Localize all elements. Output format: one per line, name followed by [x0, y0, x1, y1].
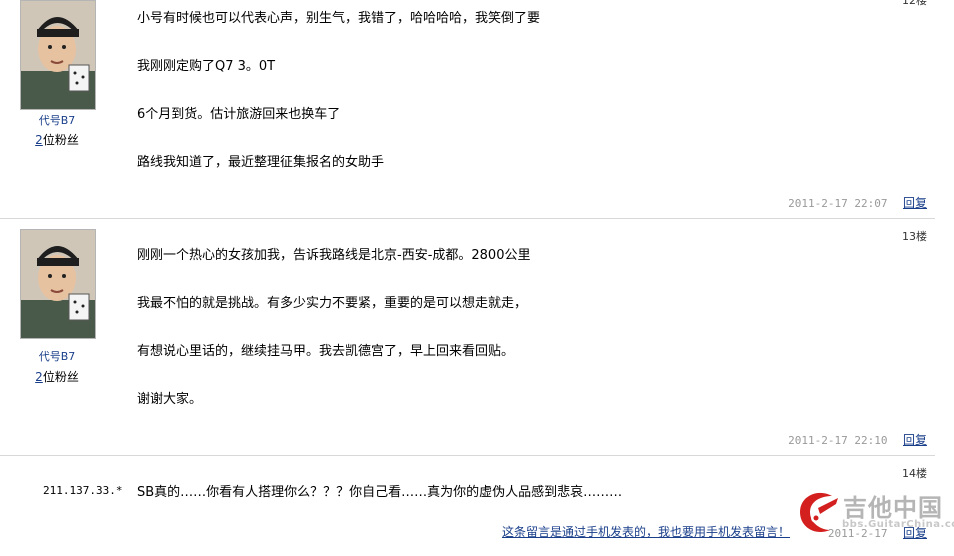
floor-number: 12楼: [902, 0, 927, 7]
post-line: SB真的……你看有人搭理你么？？？你自己看……真为你的虚伪人品感到悲哀………: [137, 485, 623, 500]
mobile-post-link[interactable]: 这条留言是通过手机发表的，我也要用手机发表留言！: [502, 523, 790, 540]
post-14: 14楼 211.137.33.* SB真的……你看有人搭理你么？？？你自己看………: [0, 456, 935, 556]
post-time: 2011-2-17 22:07: [788, 197, 888, 210]
fans-label: 位粉丝: [42, 370, 79, 384]
post-content: 小号有时候也可以代表心声，别生气，我错了，哈哈哈哈，我笑倒了要 我刚刚定购了Q7…: [137, 11, 540, 203]
post-13: 13楼 代号B7 2位粉丝 刚刚一个热心的女孩加我，告诉我路线是北京-西安-成都…: [0, 219, 935, 456]
avatar-image: [21, 1, 95, 109]
reply-link[interactable]: 回复: [903, 196, 927, 210]
post-line: 谢谢大家。: [137, 392, 203, 407]
fans-number[interactable]: 2: [35, 133, 43, 147]
fans-count[interactable]: 2位粉丝: [0, 368, 114, 385]
guitar-logo-icon: [800, 492, 838, 532]
watermark-subtitle: bbs.GuitarChina.com: [842, 519, 954, 530]
floor-number: 14楼: [902, 467, 927, 480]
post-line: 6个月到货。估计旅游回来也换车了: [137, 107, 341, 122]
post-meta: 2011-2-17 22:10 回复: [788, 431, 927, 448]
fans-number[interactable]: 2: [35, 370, 43, 384]
avatar[interactable]: [20, 0, 96, 110]
floor-number: 13楼: [902, 230, 927, 243]
user-name[interactable]: 代号B7: [0, 114, 114, 128]
post-meta: 2011-2-17 22:07 回复: [788, 194, 927, 211]
site-watermark: 吉他中国 bbs.GuitarChina.com: [796, 490, 954, 538]
post-line: 小号有时候也可以代表心声，别生气，我错了，哈哈哈哈，我笑倒了要: [137, 11, 541, 26]
post-content: 刚刚一个热心的女孩加我，告诉我路线是北京-西安-成都。2800公里 我最不怕的就…: [137, 248, 530, 440]
avatar[interactable]: [20, 229, 96, 339]
reply-link[interactable]: 回复: [903, 433, 927, 447]
fans-label: 位粉丝: [42, 133, 79, 147]
post-12: 12楼 代号B7 2位粉丝 小号有时候也可以代表心声，别生气，我错了，哈哈哈哈，…: [0, 0, 935, 219]
watermark-title: 吉他中国: [843, 494, 943, 522]
avatar-image: [21, 230, 95, 338]
post-line: 有想说心里话的，继续挂马甲。我去凯德宫了，早上回来看回贴。: [137, 344, 515, 359]
post-line: 路线我知道了，最近整理征集报名的女助手: [137, 155, 385, 170]
post-line: 我刚刚定购了Q7 3。0T: [137, 59, 276, 74]
post-time: 2011-2-17 22:10: [788, 434, 888, 447]
user-name[interactable]: 代号B7: [0, 350, 114, 364]
poster-ip: 211.137.33.*: [43, 484, 123, 497]
post-line: 我最不怕的就是挑战。有多少实力不要紧，重要的是可以想走就走，: [137, 296, 528, 311]
fans-count[interactable]: 2位粉丝: [0, 131, 114, 148]
post-line: 刚刚一个热心的女孩加我，告诉我路线是北京-西安-成都。2800公里: [137, 248, 531, 263]
